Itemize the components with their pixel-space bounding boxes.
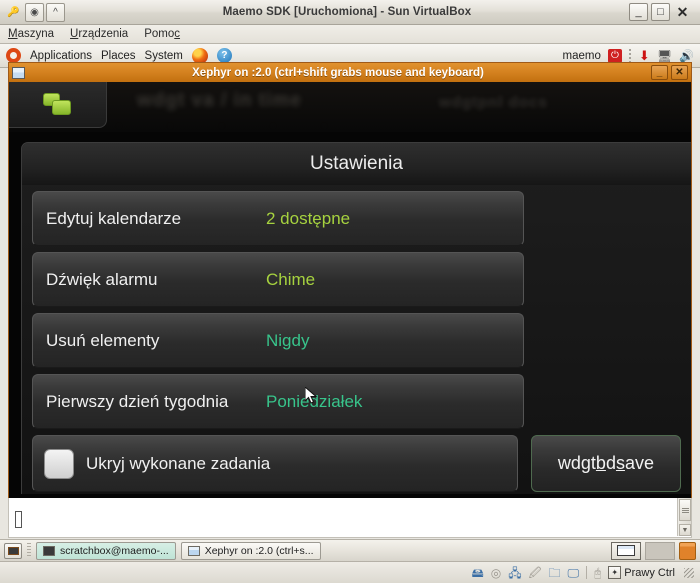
xephyr-app-icon: [12, 66, 25, 79]
host-key-icon: ✦: [608, 566, 622, 579]
workspace-switcher-2[interactable]: [645, 541, 675, 560]
row-label: Dźwięk alarmu: [46, 269, 158, 289]
task-switcher-button[interactable]: [9, 82, 107, 128]
window-icon: [187, 545, 200, 556]
help-icon[interactable]: ?: [216, 48, 232, 63]
usb-icon[interactable]: 🖉: [529, 567, 542, 579]
vbox-app-icon: 🔑: [7, 6, 20, 18]
vbox-minimize-button[interactable]: _: [629, 3, 648, 21]
resize-grip[interactable]: [684, 567, 694, 578]
vbox-machine-icon[interactable]: ◉: [25, 2, 44, 22]
network-icon[interactable]: 🖥: [657, 49, 672, 63]
gnome-taskbar: scratchbox@maemo-... Xephyr on :2.0 (ctr…: [0, 539, 700, 561]
volume-icon[interactable]: 🔊: [679, 49, 694, 63]
taskbar-right: [611, 541, 696, 560]
document-white-area: ▼: [8, 498, 692, 538]
xephyr-titlebar: Xephyr on :2.0 (ctrl+shift grabs mouse a…: [9, 63, 691, 82]
ubuntu-logo-icon[interactable]: [6, 48, 21, 63]
background-blurred-text-1: wdgt va / in time: [137, 90, 302, 111]
xephyr-minimize-button[interactable]: _: [651, 65, 668, 80]
vbox-maximize-button[interactable]: □: [651, 3, 670, 21]
setting-row-usun-elementy[interactable]: Usuń elementy Nigdy: [32, 313, 524, 368]
taskbar-item-label: scratchbox@maemo-...: [60, 544, 169, 557]
row-value: Poniedziałek: [266, 391, 363, 411]
panel-separator: [628, 48, 632, 63]
taskbar-item-label: Xephyr on :2.0 (ctrl+s...: [204, 544, 314, 557]
taskbar-item-scratchbox[interactable]: scratchbox@maemo-...: [36, 541, 176, 560]
trash-icon[interactable]: [679, 541, 696, 560]
vbox-close-button[interactable]: ✕: [673, 3, 692, 21]
panel-menu-applications[interactable]: Applications: [30, 50, 92, 62]
vbox-titlebar: 🔑 ◉ ^ Maemo SDK [Uruchomiona] - Sun Virt…: [0, 0, 700, 25]
vbox-window-controls: _ □ ✕: [629, 3, 700, 21]
hdd-icon[interactable]: 🖴: [472, 567, 484, 579]
network-icon[interactable]: 🖧: [508, 567, 521, 579]
scrollbar-thumb[interactable]: [679, 499, 691, 521]
vbox-titlebar-icons: 🔑 ◉ ^: [0, 2, 65, 22]
terminal-icon: [43, 545, 55, 556]
mouse-icon[interactable]: 🖰: [594, 567, 601, 579]
xephyr-window-controls: _ ✕: [651, 65, 688, 80]
host-key-indicator: ✦ Prawy Ctrl: [608, 566, 675, 579]
screen: 🔑 ◉ ^ Maemo SDK [Uruchomiona] - Sun Virt…: [0, 0, 700, 583]
menu-pomoc[interactable]: Pomoc: [144, 28, 180, 40]
vbox-shade-icon[interactable]: ^: [46, 2, 65, 22]
vbox-window-title: Maemo SDK [Uruchomiona] - Sun VirtualBox: [222, 6, 472, 18]
xephyr-close-button[interactable]: ✕: [671, 65, 688, 80]
hide-completed-tasks-row[interactable]: Ukryj wykonane zadania: [32, 435, 518, 492]
row-value: 2 dostępne: [266, 208, 351, 228]
save-button[interactable]: wdgtbdsave: [530, 435, 681, 492]
workspace-switcher[interactable]: [611, 541, 641, 560]
background-blurred-row: · · · · ·: [117, 118, 349, 132]
xephyr-window: Xephyr on :2.0 (ctrl+shift grabs mouse a…: [8, 62, 692, 498]
panel-menu-system[interactable]: System: [145, 50, 183, 62]
show-desktop-button[interactable]: [4, 542, 22, 559]
panel-user-label[interactable]: maemo: [563, 50, 601, 62]
text-caret: [15, 511, 22, 528]
setting-row-dzwiek-alarmu[interactable]: Dźwięk alarmu Chime: [32, 252, 524, 307]
maemo-top-strip: [9, 82, 691, 132]
settings-dialog: Ustawienia Edytuj kalendarze 2 dostępne …: [21, 142, 691, 494]
dialog-bottom-area: Ukryj wykonane zadania wdgtbdsave: [22, 435, 691, 492]
vbox-statusbar: 🖴 ◎ 🖧 🖉 🗀 🖵 🖰 ✦ Prawy Ctrl: [0, 561, 700, 583]
folder-icon[interactable]: 🗀: [548, 567, 560, 579]
row-label: Edytuj kalendarze: [46, 208, 182, 228]
display-icon[interactable]: 🖵: [567, 567, 579, 579]
maemo-screen: wdgt va / in time wdgtpnl docs · · · · ·…: [9, 82, 691, 498]
host-key-label: Prawy Ctrl: [624, 566, 675, 579]
power-icon[interactable]: ⏻: [607, 48, 622, 63]
scrollbar-grip: [681, 507, 689, 513]
settings-rows: Edytuj kalendarze 2 dostępne Dźwięk alar…: [22, 185, 691, 429]
row-label: Usuń elementy: [46, 330, 160, 350]
scroll-down-arrow-icon[interactable]: ▼: [679, 524, 691, 536]
save-button-label: wdgtbdsave: [557, 453, 654, 473]
hide-completed-tasks-checkbox[interactable]: [44, 448, 74, 479]
taskbar-handle[interactable]: [27, 543, 31, 558]
menu-urzadzenia[interactable]: Urządzenia: [70, 28, 128, 40]
dialog-title: Ustawienia: [22, 143, 691, 185]
row-value: Chime: [266, 269, 316, 289]
setting-row-pierwszy-dzien-tygodnia[interactable]: Pierwszy dzień tygodnia Poniedziałek: [32, 374, 524, 429]
hide-completed-tasks-label: Ukryj wykonane zadania: [86, 453, 271, 473]
background-blurred-text-2: wdgtpnl docs: [439, 94, 548, 111]
row-label: Pierwszy dzień tygodnia: [46, 391, 229, 411]
vbox-menubar: Maszyna Urządzenia Pomoc: [0, 25, 700, 44]
menu-maszyna[interactable]: Maszyna: [8, 28, 54, 40]
cd-icon[interactable]: ◎: [491, 567, 501, 579]
row-value: Nigdy: [266, 330, 310, 350]
statusbar-separator: [586, 566, 588, 579]
show-desktop-icon: [7, 546, 19, 555]
task-switcher-icon: [42, 92, 73, 117]
xephyr-window-title: Xephyr on :2.0 (ctrl+shift grabs mouse a…: [192, 66, 484, 79]
taskbar-item-xephyr[interactable]: Xephyr on :2.0 (ctrl+s...: [180, 541, 321, 560]
vertical-scrollbar[interactable]: ▼: [677, 498, 691, 536]
panel-menu-places[interactable]: Places: [101, 50, 136, 62]
setting-row-edytuj-kalendarze[interactable]: Edytuj kalendarze 2 dostępne: [32, 191, 524, 246]
